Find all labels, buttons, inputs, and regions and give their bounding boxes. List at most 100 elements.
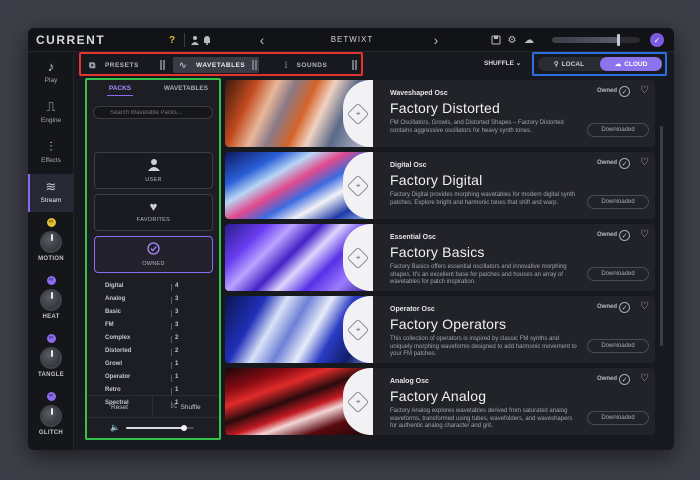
downloaded-button[interactable]: Downloaded [587,195,649,209]
next-preset-icon[interactable]: › [431,32,441,48]
location-toggle[interactable]: ⚲ LOCAL ☁ CLOUD [538,57,662,71]
favorite-heart-icon[interactable]: ♡ [640,301,649,312]
favorite-heart-icon[interactable]: ♡ [640,229,649,240]
output-meter[interactable] [552,34,640,46]
cloud-icon: ☁ [614,61,622,68]
cloud-icon[interactable]: ☁ [522,33,536,47]
user-icon[interactable] [189,33,201,47]
wavetable-badge-icon: ⌖ [343,152,373,219]
macro-heat: ∞ HEAT [28,276,74,320]
pack-info: Analog Osc Factory Analog Factory Analog… [390,378,580,431]
tab-wavetables[interactable]: ∿ WAVETABLES [173,57,259,73]
drag-handle-icon[interactable] [352,60,357,70]
check-icon: ✓ [619,86,630,97]
category-name: Analog [105,296,126,302]
filter-user[interactable]: USER [94,152,213,189]
sidebar-item-label: Play [44,77,58,84]
category-count: 2 [175,335,179,341]
reset-button[interactable]: Reset [87,396,153,418]
volume-fill [126,427,184,429]
drag-handle-icon[interactable] [160,60,165,70]
category-item[interactable]: Operator 1 [105,374,195,384]
category-item[interactable]: Basic 3 [105,309,195,319]
macro-knob[interactable] [40,347,62,369]
pack-card[interactable]: ⌖ Waveshaped Osc Factory Distorted FM Os… [225,80,655,147]
pack-description: This collection of operators is inspired… [390,336,577,358]
sidebar-item-engine[interactable]: ⎍ Engine [28,94,74,132]
tab-presets[interactable]: ⧉ PRESETS [83,57,167,73]
filter-owned[interactable]: OWNED [94,236,213,273]
sidebar-item-play[interactable]: ♪ Play [28,54,74,92]
local-option[interactable]: ⚲ LOCAL [538,57,600,71]
pack-card[interactable]: ⌖ Operator Osc Factory Operators This co… [225,296,655,363]
engine-icon: ⎍ [46,99,56,114]
save-icon[interactable] [490,33,502,47]
pack-description: FM Oscillators, Growls, and Distorted Sh… [390,120,564,134]
volume-knob[interactable] [180,425,187,431]
sidebar-item-effects[interactable]: ⫶ Effects [28,134,74,172]
favorite-heart-icon[interactable]: ♡ [640,157,649,168]
check-circle-icon [95,242,212,258]
category-item[interactable]: Digital 4 [105,283,195,293]
wavetable-badge-icon: ⌖ [343,80,373,147]
filter-favorites[interactable]: ♥ FAVORITES [94,194,213,231]
category-count: 3 [175,309,179,315]
volume-slider[interactable] [126,425,194,431]
help-icon[interactable]: ? [167,33,177,47]
search-input[interactable] [93,106,213,119]
category-item[interactable]: FM 3 [105,322,195,332]
meter-knob[interactable] [617,34,620,46]
favorite-heart-icon[interactable]: ♡ [640,373,649,384]
macro-led-icon[interactable]: ∞ [46,276,56,285]
category-item[interactable]: Distorted 2 [105,348,195,358]
preset-name[interactable]: BETWIXT [322,35,382,44]
wavetable-badge-icon: ⌖ [343,296,373,363]
macro-knob[interactable] [40,405,62,427]
shuffle-button[interactable]: ⤮ Shuffle [153,396,219,418]
avatar[interactable]: ✓ [650,33,664,47]
user-icon [95,158,212,174]
category-name: Distorted [105,348,132,354]
drag-handle-icon[interactable] [252,60,257,70]
category-item[interactable]: Analog 3 [105,296,195,306]
pack-info: Waveshaped Osc Factory Distorted FM Osci… [390,90,580,135]
downloaded-button[interactable]: Downloaded [587,411,649,425]
scrollbar[interactable] [660,126,663,346]
downloaded-button[interactable]: Downloaded [587,123,649,137]
pack-card[interactable]: ⌖ Digital Osc Factory Digital Factory Di… [225,152,655,219]
bell-icon[interactable] [201,33,213,47]
sidebar-item-stream[interactable]: ≋ Stream [28,174,74,212]
owned-label: Owned [597,304,618,310]
macro-knob[interactable] [40,289,62,311]
pack-description: Factory Digital provides morphing waveta… [390,192,576,206]
subtab-wavetables[interactable]: WAVETABLES [153,85,219,92]
downloaded-button[interactable]: Downloaded [587,267,649,281]
tab-sounds[interactable]: ⦙ SOUNDS [271,57,359,73]
shuffle-dropdown[interactable]: SHUFFLE ⌄ [484,59,524,69]
downloaded-button[interactable]: Downloaded [587,339,649,353]
macro-led-icon[interactable]: ∞ [46,334,56,343]
gear-icon[interactable]: ⚙ [506,33,518,47]
category-count: 3 [175,322,179,328]
category-name: Complex [105,335,131,341]
category-item[interactable]: Growl 1 [105,361,195,371]
tab-label: PRESETS [104,61,139,69]
pack-artwork: ⌖ [225,80,373,147]
wavetable-icon: ∿ [179,59,188,70]
favorite-heart-icon[interactable]: ♡ [640,85,649,96]
macro-knob[interactable] [40,231,62,253]
filter-label: OWNED [142,261,165,267]
previous-preset-icon[interactable]: ‹ [257,32,267,48]
category-item[interactable]: Complex 2 [105,335,195,345]
cloud-option[interactable]: ☁ CLOUD [600,57,662,71]
browser-footer: Reset ⤮ Shuffle [87,395,219,418]
macro-label: TANGLE [37,372,65,378]
stream-icon: ≋ [45,179,57,194]
pack-card[interactable]: ⌖ Analog Osc Factory Analog Factory Anal… [225,368,655,435]
subtab-packs[interactable]: PACKS [87,85,153,96]
macro-label: MOTION [38,256,64,262]
macro-led-icon[interactable]: ∞ [46,392,56,401]
macro-led-icon[interactable]: ∞ [46,218,56,227]
pack-card[interactable]: ⌖ Essential Osc Factory Basics Factory B… [225,224,655,291]
category-count: 2 [175,348,179,354]
